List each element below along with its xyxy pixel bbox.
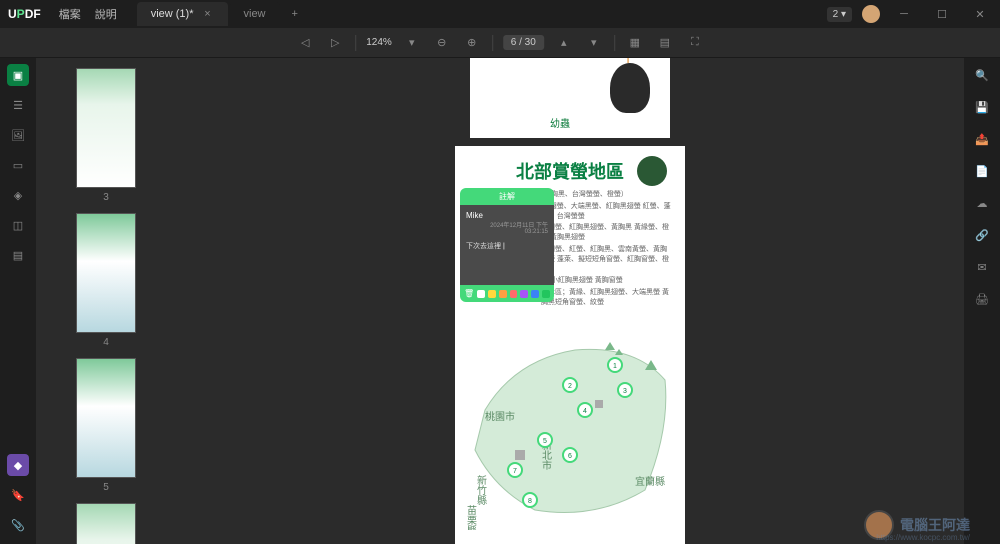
export-icon[interactable]: 📤	[971, 128, 993, 150]
bookmarks-icon[interactable]: ☰	[7, 94, 29, 116]
svg-text:桃園市: 桃園市	[485, 410, 515, 423]
trash-icon[interactable]: 🗑	[464, 289, 474, 298]
note-timestamp: 2024年12月11日 下午 03:21:15	[466, 220, 548, 235]
thumbnails-panel[interactable]: 3 4 5 6	[36, 58, 176, 544]
tab-active[interactable]: view (1)* ×	[137, 2, 228, 26]
cloud-icon[interactable]: ☁	[971, 192, 993, 214]
zoom-in-icon[interactable]: ⊕	[462, 33, 482, 53]
tab-label: view (1)*	[151, 8, 194, 20]
thumbnail[interactable]: 3	[46, 68, 166, 203]
page-up-icon[interactable]: ▴	[554, 33, 574, 53]
tabs: view (1)* × view +	[137, 2, 308, 26]
layers-icon[interactable]: ◈	[7, 184, 29, 206]
note-text[interactable]: 下次去這裡 |	[466, 241, 548, 251]
color-swatch[interactable]	[531, 290, 539, 298]
forward-icon[interactable]: ▷	[325, 33, 345, 53]
level-badge[interactable]: 2 ▾	[827, 7, 852, 22]
note-author: Mike	[466, 211, 548, 220]
svg-text:5: 5	[543, 438, 547, 445]
thumbnail[interactable]: 6	[46, 503, 166, 544]
note-tab: 註解	[460, 188, 554, 205]
share-icon[interactable]: 🔗	[971, 224, 993, 246]
previous-page-partial: 幼蟲	[470, 58, 670, 138]
svg-text:8: 8	[528, 498, 532, 505]
svg-text:宜蘭縣: 宜蘭縣	[635, 475, 665, 488]
app-logo: UPDF	[0, 7, 49, 21]
toolbar: ◁ ▷ 124% ▾ ⊖ ⊕ 6 / 30 ▴ ▾ ▦ ▤ ⛶	[0, 28, 1000, 58]
chat-icon[interactable]: ◆	[7, 454, 29, 476]
document-area[interactable]: 幼蟲 北部賞螢地區 1.基隆地區（黑翅螢、黃胸黑、台灣螢螢、橙螢） 2.陽明山國…	[176, 58, 964, 544]
list-item: 黑翅螢、紅螢、紅胸黑、雲南黃螢、黃胸窗螢 蓬萊、擬短短角窗螢、紅胸窗螢、橙螢	[539, 245, 671, 274]
svg-text:7: 7	[513, 468, 517, 475]
thumbnail[interactable]: 4	[46, 213, 166, 348]
avatar[interactable]	[862, 5, 880, 23]
annotation-note[interactable]: 註解 Mike 2024年12月11日 下午 03:21:15 下次去這裡 | …	[460, 188, 554, 302]
attachments-icon[interactable]: 🖼	[7, 124, 29, 146]
menu-file[interactable]: 檔案	[59, 6, 81, 22]
thumbnail[interactable]: 5	[46, 358, 166, 493]
thumbnails-icon[interactable]: ▣	[7, 64, 29, 86]
color-swatch[interactable]	[488, 290, 496, 298]
map-illustration: 桃園市 新北市 新竹縣 苗栗縣 宜蘭縣 1 2 3 4 5 6 7 8	[455, 310, 685, 530]
svg-text:新竹縣: 新竹縣	[475, 474, 487, 505]
list-item: 林木區；黃緣、紅胸黑翅螢、大端黑螢 黃胸黑短角窗螢、紋螢	[539, 288, 671, 308]
back-icon[interactable]: ◁	[295, 33, 315, 53]
titlebar: UPDF 檔案 說明 view (1)* × view + 2 ▾ ─ ☐ ✕	[0, 0, 1000, 28]
zoom-out-icon[interactable]: ⊖	[432, 33, 452, 53]
page-tool-icon[interactable]: 📄	[971, 160, 993, 182]
note-body[interactable]: Mike 2024年12月11日 下午 03:21:15 下次去這裡 |	[460, 205, 554, 285]
close-button[interactable]: ✕	[966, 0, 994, 28]
svg-text:1: 1	[613, 363, 617, 370]
close-icon[interactable]: ×	[202, 8, 214, 20]
zoom-level[interactable]: 124%	[366, 37, 392, 48]
svg-text:苗栗縣: 苗栗縣	[465, 505, 477, 530]
mail-icon[interactable]: ✉	[971, 256, 993, 278]
main-menu: 檔案 說明	[49, 6, 117, 22]
clip-icon[interactable]: 📎	[7, 514, 29, 536]
bear-illustration	[610, 63, 650, 113]
note-footer: 🗑	[460, 285, 554, 302]
page-indicator[interactable]: 6 / 30	[503, 35, 544, 50]
watermark-text: 電腦王阿達	[900, 515, 970, 535]
left-rail: ▣ ☰ 🖼 ▭ ◈ ◫ ▤ ◆ 🔖 📎	[0, 58, 36, 544]
annotations-icon[interactable]: ▭	[7, 154, 29, 176]
color-swatch[interactable]	[499, 290, 507, 298]
list-item: 5.小紅胸黑翅螢 黃胸窗螢	[539, 276, 671, 286]
titlebar-right: 2 ▾ ─ ☐ ✕	[827, 0, 1000, 28]
list-item: 黑翅螢、紅胸黑翅螢、黃胸黑 黃緣螢、橙螢 黃胸黑翅螢	[539, 223, 671, 243]
color-swatch[interactable]	[520, 290, 528, 298]
color-swatch[interactable]	[510, 290, 518, 298]
color-swatch[interactable]	[542, 290, 550, 298]
tab-inactive[interactable]: view	[230, 2, 280, 26]
title-decoration-icon	[637, 156, 667, 186]
svg-text:6: 6	[568, 453, 572, 460]
svg-text:2: 2	[568, 383, 572, 390]
menu-help[interactable]: 說明	[95, 6, 117, 22]
prev-page-label: 幼蟲	[550, 115, 570, 130]
bookmark-icon[interactable]: 🔖	[7, 484, 29, 506]
right-rail: 🔍 💾 📤 📄 ☁ 🔗 ✉ 🖨	[964, 58, 1000, 544]
watermark-url: https://www.kocpc.com.tw/	[876, 533, 970, 542]
print-icon[interactable]: 🖨	[971, 288, 993, 310]
svg-text:3: 3	[623, 388, 627, 395]
page-down-icon[interactable]: ▾	[584, 33, 604, 53]
signatures-icon[interactable]: ▤	[7, 244, 29, 266]
minimize-button[interactable]: ─	[890, 0, 918, 28]
layout-icon[interactable]: ▦	[625, 33, 645, 53]
fullscreen-icon[interactable]: ⛶	[685, 33, 705, 53]
search-icon[interactable]: 🔍	[971, 64, 993, 86]
zoom-dropdown-icon[interactable]: ▾	[402, 33, 422, 53]
thumbnail-icon[interactable]: ▤	[655, 33, 675, 53]
add-tab-button[interactable]: +	[282, 2, 308, 26]
maximize-button[interactable]: ☐	[928, 0, 956, 28]
svg-text:4: 4	[583, 408, 587, 415]
color-swatch[interactable]	[477, 290, 485, 298]
save-icon[interactable]: 💾	[971, 96, 993, 118]
tab-label: view	[244, 8, 266, 20]
form-icon[interactable]: ◫	[7, 214, 29, 236]
